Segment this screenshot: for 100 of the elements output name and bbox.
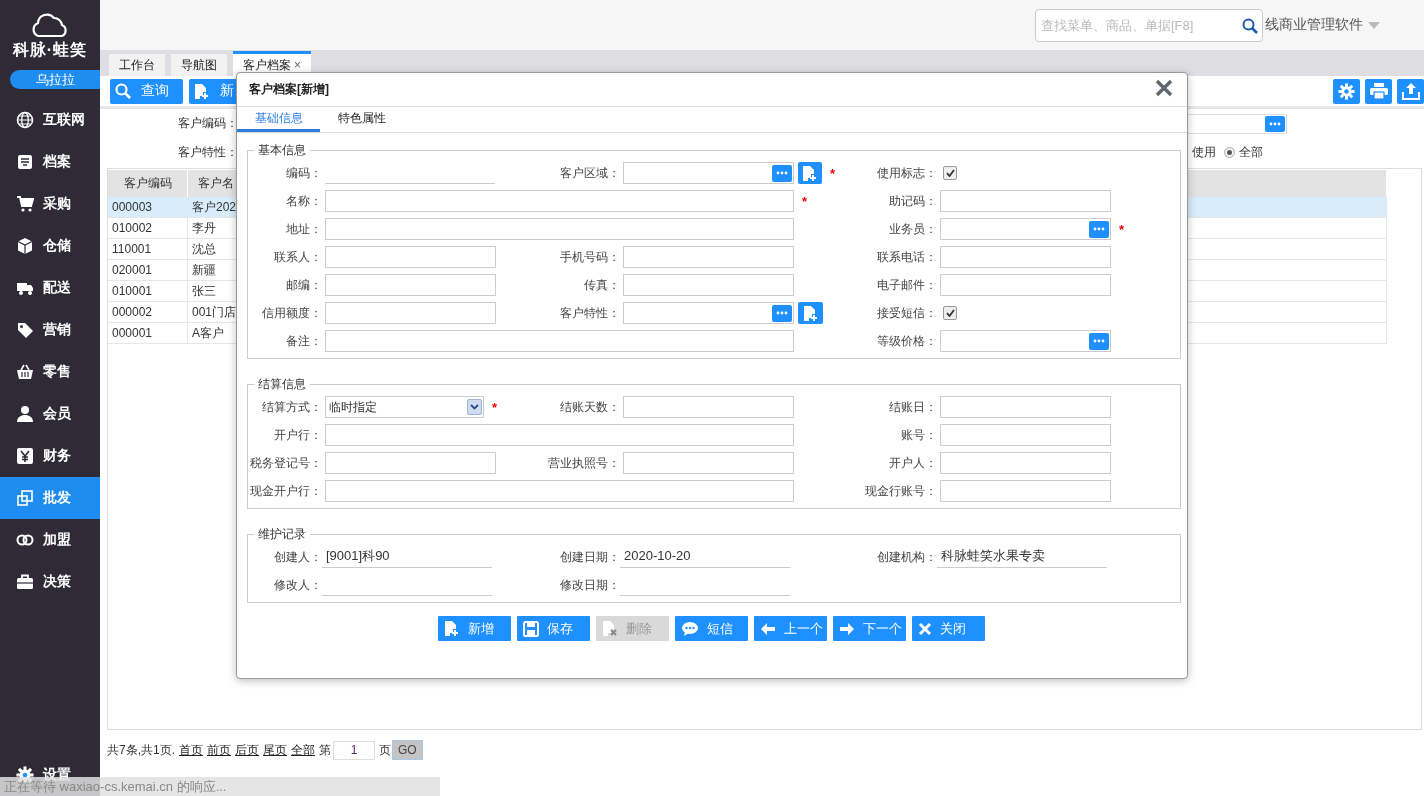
dialog-tab[interactable]: 特色属性 xyxy=(320,107,403,132)
input-field[interactable] xyxy=(623,452,794,474)
lookup-button[interactable] xyxy=(1265,115,1285,132)
required-mark: * xyxy=(491,399,497,415)
input-field[interactable] xyxy=(325,246,496,268)
new-document-icon xyxy=(802,304,819,322)
caret-down-icon xyxy=(1368,22,1380,29)
new-document-icon xyxy=(194,82,210,100)
input-field[interactable] xyxy=(325,302,496,324)
field-label: 账号： xyxy=(900,427,938,444)
ellipsis-icon xyxy=(1269,121,1281,126)
input-field[interactable] xyxy=(325,452,496,474)
right-arrow-icon xyxy=(838,621,855,636)
input-field[interactable] xyxy=(940,424,1111,446)
sidebar-item[interactable]: 营销 xyxy=(0,309,100,351)
search-icon xyxy=(115,83,131,99)
lookup-button[interactable] xyxy=(1089,220,1109,238)
search-field[interactable]: 查找菜单、商品、单据[F8] xyxy=(1035,9,1263,42)
page-tab[interactable]: 导航图 xyxy=(171,54,227,76)
input-field[interactable] xyxy=(940,452,1111,474)
lookup-field[interactable] xyxy=(940,330,1111,352)
sidebar-item[interactable]: 档案 xyxy=(0,141,100,183)
sidebar-item[interactable]: 决策 xyxy=(0,561,100,603)
pager-link[interactable]: 全部 xyxy=(291,741,315,759)
radio-label: 全部 xyxy=(1239,144,1263,161)
input-field[interactable] xyxy=(325,424,794,446)
input-field[interactable] xyxy=(623,396,794,418)
lookup-button[interactable] xyxy=(772,164,792,182)
save-icon xyxy=(522,620,539,637)
loading-toast: 正在等待 waxiao-cs.kemai.cn 的响应... xyxy=(0,777,440,796)
table-cell: 110001 xyxy=(108,239,188,259)
checkbox[interactable] xyxy=(943,306,957,320)
add-button[interactable] xyxy=(798,302,823,324)
input-field[interactable] xyxy=(623,274,794,296)
input-field[interactable] xyxy=(325,274,496,296)
sidebar-item[interactable]: 仓储 xyxy=(0,225,100,267)
go-button[interactable]: GO xyxy=(392,740,423,760)
tab-close-button[interactable]: × xyxy=(294,54,301,76)
input-field[interactable] xyxy=(940,274,1111,296)
ellipsis-icon xyxy=(1093,227,1105,231)
page-suffix: 页 xyxy=(379,741,391,759)
field-label: 现金开户行： xyxy=(249,483,323,500)
export-button[interactable] xyxy=(1397,78,1424,104)
dialog-tab[interactable]: 基础信息 xyxy=(237,107,320,132)
lookup-button[interactable] xyxy=(1089,332,1109,350)
field-label: 税务登记号： xyxy=(249,455,323,472)
settings-button[interactable] xyxy=(1333,78,1360,104)
pager-link[interactable]: 后页 xyxy=(235,741,259,759)
field-label: 结算方式： xyxy=(261,399,323,416)
filter-label: 客户编码： xyxy=(178,115,238,132)
upload-icon xyxy=(1401,82,1420,100)
sidebar-item[interactable]: 加盟 xyxy=(0,519,100,561)
field-label: 创建机构： xyxy=(876,549,938,566)
chat-bubble-icon xyxy=(680,620,699,637)
squares-icon xyxy=(16,489,34,507)
sidebar-item[interactable]: 会员 xyxy=(0,393,100,435)
select-field[interactable]: 临时指定 xyxy=(325,396,484,418)
product-menu[interactable]: 线商业管理软件 xyxy=(1265,16,1363,34)
pager-link[interactable]: 前页 xyxy=(207,741,231,759)
lookup-field[interactable] xyxy=(623,162,794,184)
sidebar-item[interactable]: 配送 xyxy=(0,267,100,309)
input-field[interactable] xyxy=(325,218,794,240)
input-field[interactable] xyxy=(940,396,1111,418)
lookup-field[interactable] xyxy=(623,302,794,324)
radio-button[interactable] xyxy=(1224,147,1235,158)
dialog-title: 客户档案[新增] xyxy=(249,81,330,98)
pager-link[interactable]: 尾页 xyxy=(263,741,287,759)
filter-label: 客户特性： xyxy=(178,144,238,161)
input-field[interactable] xyxy=(940,480,1111,502)
field-label: 客户特性： xyxy=(559,305,621,322)
field-label: 开户人： xyxy=(888,455,938,472)
box-icon xyxy=(16,237,34,255)
chevron-down-icon xyxy=(469,404,479,410)
input-field[interactable] xyxy=(940,246,1111,268)
add-button[interactable] xyxy=(798,162,822,184)
page-tab[interactable]: 工作台 xyxy=(109,54,165,76)
field-label: 地址： xyxy=(285,221,323,238)
cart-icon xyxy=(16,195,34,213)
readonly-field: [9001]科90 xyxy=(322,546,492,568)
input-field[interactable] xyxy=(940,190,1111,212)
lookup-field[interactable] xyxy=(940,218,1111,240)
basket-icon xyxy=(16,363,34,381)
page-field[interactable]: 1 xyxy=(333,740,375,760)
table-cell: 010002 xyxy=(108,218,188,238)
field-label: 现金行账号： xyxy=(864,483,938,500)
input-field[interactable] xyxy=(325,330,794,352)
pager-link[interactable]: 首页 xyxy=(179,741,203,759)
checkbox[interactable] xyxy=(943,166,957,180)
lookup-button[interactable] xyxy=(772,304,792,322)
field-label: 结账天数： xyxy=(559,399,621,416)
sidebar-item[interactable]: 财务 xyxy=(0,435,100,477)
print-button[interactable] xyxy=(1365,78,1392,104)
sidebar-item[interactable]: 互联网 xyxy=(0,99,100,141)
sidebar-item[interactable]: 采购 xyxy=(0,183,100,225)
sidebar-item[interactable]: 零售 xyxy=(0,351,100,393)
radio-label: 使用 xyxy=(1192,144,1216,161)
input-field[interactable] xyxy=(623,246,794,268)
input-field[interactable] xyxy=(325,480,794,502)
input-field[interactable] xyxy=(325,190,794,212)
brand-name: 科脉·蛙笑 xyxy=(12,40,88,60)
